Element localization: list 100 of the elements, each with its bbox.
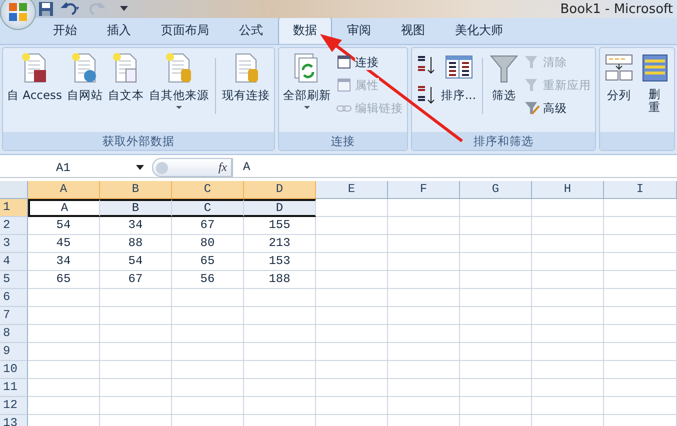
table-cell [388, 307, 460, 325]
column-header[interactable]: B [100, 181, 172, 199]
column-header[interactable]: G [460, 181, 532, 199]
table-cell [172, 343, 244, 361]
row-header[interactable]: 5 [0, 271, 28, 289]
table-cell [28, 325, 100, 343]
table-cell: A [28, 199, 100, 217]
table-cell [460, 343, 532, 361]
ribbon-button[interactable]: 筛选 [487, 50, 521, 104]
resize-handle-icon[interactable] [156, 162, 168, 174]
table-cell [532, 271, 604, 289]
row-header[interactable]: 10 [0, 361, 28, 379]
name-box[interactable]: A1 [0, 160, 150, 174]
table-cell [532, 379, 604, 397]
table-cell [172, 325, 244, 343]
ribbon-button[interactable]: 自网站 [65, 50, 106, 104]
insert-function-button[interactable]: fx [214, 160, 231, 175]
table-cell [28, 361, 100, 379]
row-header[interactable]: 9 [0, 343, 28, 361]
caret-icon [304, 106, 310, 110]
table-cell [172, 361, 244, 379]
save-icon[interactable] [38, 1, 54, 17]
table-cell [388, 289, 460, 307]
document-icon [336, 77, 352, 93]
ribbon-tab[interactable]: 公式 [224, 17, 278, 44]
ribbon-button[interactable]: 分列 [602, 50, 636, 104]
ribbon-tab[interactable]: 审阅 [332, 17, 386, 44]
table-cell [244, 289, 316, 307]
ribbon-tab[interactable]: 插入 [92, 17, 146, 44]
ribbon-tab[interactable]: 数据 [278, 17, 332, 44]
table-cell [244, 325, 316, 343]
table-cell [388, 253, 460, 271]
table-cell [316, 235, 388, 253]
document-icon [336, 54, 352, 70]
column-header[interactable]: E [316, 181, 388, 199]
column-header[interactable]: C [172, 181, 244, 199]
table-cell [100, 361, 172, 379]
group-label: 排序和筛选 [412, 132, 595, 150]
column-header[interactable]: A [28, 181, 100, 199]
table-cell [28, 397, 100, 415]
row-header[interactable]: 4 [0, 253, 28, 271]
undo-icon[interactable] [60, 1, 82, 17]
ribbon-button[interactable]: 高级 [522, 98, 593, 118]
ribbon-button[interactable]: 排序... [439, 50, 478, 104]
table-cell [532, 325, 604, 343]
row-header[interactable]: 13 [0, 415, 28, 426]
table-cell [532, 307, 604, 325]
table-cell [460, 217, 532, 235]
ribbon-tab[interactable]: 视图 [386, 17, 440, 44]
ribbon-button[interactable]: 自 Access [5, 50, 64, 104]
table-cell [532, 253, 604, 271]
table-cell [388, 343, 460, 361]
row-header[interactable]: 2 [0, 217, 28, 235]
sort-ascending-icon[interactable] [416, 54, 436, 76]
table-cell [316, 361, 388, 379]
row-header[interactable]: 8 [0, 325, 28, 343]
table-cell [532, 361, 604, 379]
ribbon-button[interactable]: 连接 [334, 52, 406, 72]
table-cell [316, 253, 388, 271]
row-header[interactable]: 3 [0, 235, 28, 253]
ribbon-button[interactable]: 全部刷新 [281, 50, 334, 112]
ribbon-tab[interactable]: 页面布局 [146, 17, 224, 44]
ribbon-button[interactable]: 自文本 [106, 50, 146, 104]
table-cell [388, 235, 460, 253]
window-title: Book1 - Microsoft [560, 2, 674, 16]
table-cell [388, 199, 460, 217]
table-cell [316, 343, 388, 361]
row-header[interactable]: 11 [0, 379, 28, 397]
row-header[interactable]: 1 [0, 199, 28, 217]
ribbon-button[interactable]: 现有连接 [220, 50, 272, 104]
table-cell [532, 217, 604, 235]
table-cell: 65 [28, 271, 100, 289]
ribbon-tab[interactable]: 开始 [38, 17, 92, 44]
table-cell [388, 397, 460, 415]
formula-input[interactable]: A [232, 158, 677, 177]
table-cell: 54 [28, 217, 100, 235]
table-cell [172, 397, 244, 415]
funnel-icon [524, 54, 540, 70]
column-header[interactable]: F [388, 181, 460, 199]
row-header[interactable]: 12 [0, 397, 28, 415]
table-cell [460, 379, 532, 397]
column-header[interactable]: D [244, 181, 316, 199]
funnel-icon [524, 77, 540, 93]
customize-caret-icon[interactable] [120, 6, 128, 12]
table-cell [316, 307, 388, 325]
ribbon-button[interactable]: 删重 [637, 50, 671, 116]
row-header[interactable]: 6 [0, 289, 28, 307]
table-cell [460, 199, 532, 217]
column-header[interactable]: I [604, 181, 677, 199]
ribbon-button[interactable]: 自其他来源 [147, 50, 212, 112]
row-header[interactable]: 7 [0, 307, 28, 325]
table-cell: D [244, 199, 316, 217]
ribbon-tab[interactable]: 美化大师 [440, 17, 518, 44]
column-header[interactable]: H [532, 181, 604, 199]
table-cell: 34 [100, 217, 172, 235]
sort-descending-icon[interactable] [416, 84, 436, 106]
table-cell [532, 235, 604, 253]
table-cell [460, 253, 532, 271]
table-cell: 80 [172, 235, 244, 253]
dropdown-caret-icon [136, 165, 144, 170]
